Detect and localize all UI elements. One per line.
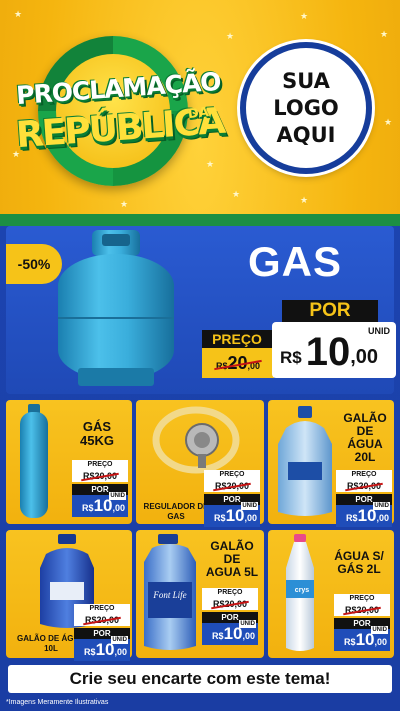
hero-cents: ,00 xyxy=(350,346,379,368)
star-icon: ★ xyxy=(300,11,309,21)
price-tag: PREÇO R$20,00 POR R$10,00 UNID xyxy=(334,594,390,651)
hero-old-price-value: R$20,00 xyxy=(215,353,261,373)
logo-text-3: AQUI xyxy=(276,122,336,147)
star-icon: ★ xyxy=(226,31,235,41)
hero-price-value: 10 xyxy=(305,330,351,374)
product-card-galao20[interactable]: GALÃO DE ÁGUA 20L PREÇO R$20,00 POR R$10,00… xyxy=(268,400,394,527)
product-card-galao5[interactable]: Font Life GALÃO DE AGUA 5L PREÇO R$20,00 P… xyxy=(136,530,264,658)
logo-text-2: LOGO xyxy=(273,95,339,120)
logo-placeholder[interactable]: SUA LOGO AQUI xyxy=(240,42,372,174)
water-bottle-2l-image: crys xyxy=(286,534,314,651)
price-tag: PREÇO R$20,00 POR R$10,00 UNID xyxy=(74,604,130,661)
price-value: R$10,00 UNID xyxy=(336,502,392,527)
product-card-regulador[interactable]: REGULADOR DE GAS PREÇO R$20,00 POR R$10,… xyxy=(136,400,264,527)
price-value: R$10,00 UNID xyxy=(204,502,260,527)
water-bottle-5l-image: Font Life xyxy=(144,534,196,650)
hero-unit: UNID xyxy=(368,326,390,336)
star-icon: ★ xyxy=(14,9,23,19)
product-name: GALÃO DE AGUA 5L xyxy=(205,539,259,579)
water-jug-20l-image xyxy=(278,406,332,516)
price-tag: PREÇO R$20,00 POR R$10,00 UNID xyxy=(202,588,258,645)
bottle-brand: crys xyxy=(295,587,310,594)
hero-product-name: GAS xyxy=(248,238,343,285)
hero-currency: R$ xyxy=(280,348,302,367)
product-name: REGULADOR DE GAS xyxy=(143,502,209,521)
price-tag: PREÇO R$20,00 POR R$10,00 UNID xyxy=(204,470,260,527)
hero-price: R$ 10 ,00 UNID xyxy=(272,322,396,378)
product-name: ÁGUA S/GÁS 2L xyxy=(334,549,384,576)
product-card-gas45[interactable]: GÁS 45KG PREÇO R$20,00 POR R$10,00 UNID xyxy=(6,400,132,524)
price-value: R$10,00 UNID xyxy=(202,620,258,645)
gas-cylinder-45kg-image xyxy=(20,404,48,518)
title-connector: DA xyxy=(187,104,210,123)
price-value: R$10,00 UNID xyxy=(334,626,390,651)
cta-banner[interactable]: Crie seu encarte com este tema! xyxy=(8,665,392,693)
hero-por-label: POR xyxy=(282,300,378,322)
gas-cylinder-image xyxy=(58,230,174,386)
product-name: GALÃO DE ÁGUA 20L xyxy=(343,411,387,464)
hero-old-price: R$20,00 xyxy=(202,348,274,378)
star-icon: ★ xyxy=(300,195,309,205)
price-tag: PREÇO R$20,00 POR R$10,00 UNID xyxy=(336,470,392,527)
star-icon: ★ xyxy=(380,29,389,39)
bottle-brand: Font Life xyxy=(152,590,186,600)
product-card-galao10[interactable]: GALÃO DE ÁGUA 10L PREÇO R$20,00 POR R$10… xyxy=(6,530,132,661)
logo-text-1: SUA xyxy=(282,68,330,93)
price-value: R$10,00 UNID xyxy=(74,636,130,661)
product-name: GÁS 45KG xyxy=(80,419,114,449)
proclamacao-badge: PROCLAMAÇÃO REPÚBLICA DA xyxy=(10,22,225,212)
disclaimer-text: *Imagens Meramente Ilustrativas xyxy=(6,699,109,706)
flyer-page: ★ ★ ★ ★ ★ ★ ★ ★ ★ ★ PROCLAMAÇÃO REPÚBLIC… xyxy=(0,0,400,711)
product-card-agua2l[interactable]: crys ÁGUA S/GÁS 2L PREÇO R$20,00 POR R$1… xyxy=(268,530,394,658)
price-tag: PREÇO R$20,00 POR R$10,00 UNID xyxy=(72,460,128,517)
price-value: R$10,00 UNID xyxy=(72,492,128,517)
hero-preco-label: PREÇO xyxy=(202,330,272,348)
star-icon: ★ xyxy=(384,117,393,127)
discount-badge: -50% xyxy=(6,244,62,284)
star-icon: ★ xyxy=(232,189,241,199)
